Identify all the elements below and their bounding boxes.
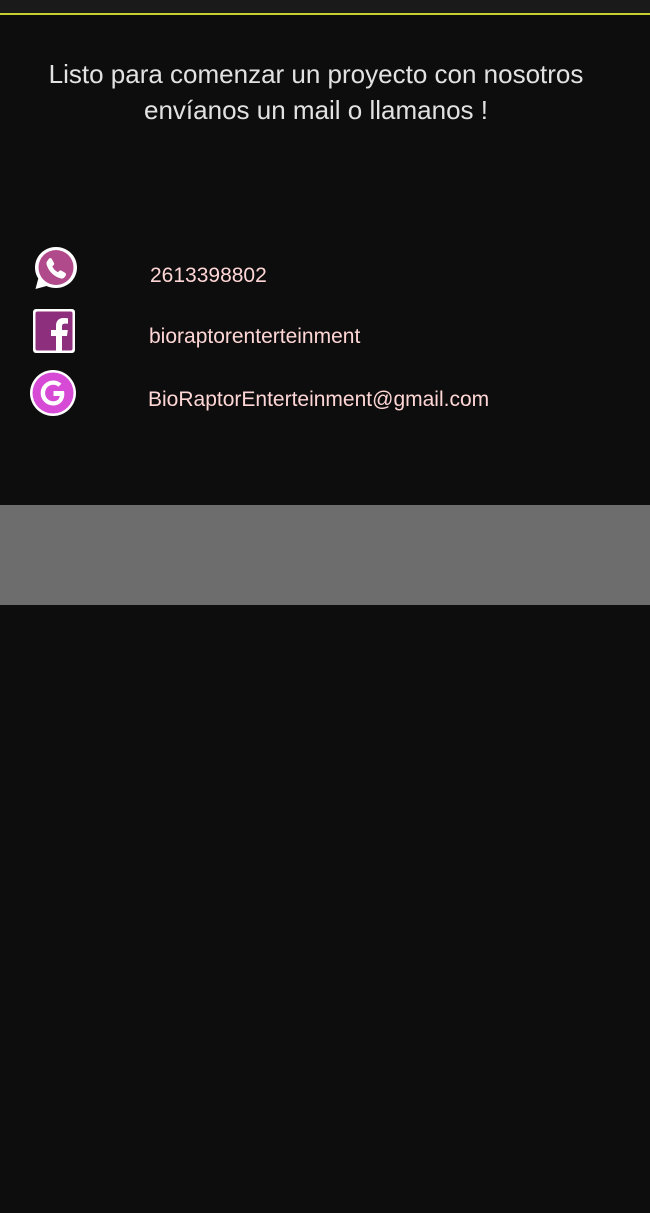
google-icon[interactable] — [29, 369, 77, 417]
facebook-handle[interactable]: bioraptorenterteinment — [149, 323, 360, 351]
intro-message: Listo para comenzar un proyecto con noso… — [0, 56, 632, 128]
email-address[interactable]: BioRaptorEnterteinment@gmail.com — [148, 386, 489, 414]
page: Listo para comenzar un proyecto con noso… — [0, 0, 650, 1213]
gray-band — [0, 505, 650, 605]
phone-number[interactable]: 2613398802 — [150, 262, 267, 290]
top-bar — [0, 0, 650, 15]
contact-whatsapp[interactable]: 2613398802 — [0, 244, 650, 294]
facebook-icon[interactable] — [32, 308, 76, 354]
contact-email[interactable]: BioRaptorEnterteinment@gmail.com — [0, 369, 650, 419]
whatsapp-icon[interactable] — [32, 244, 80, 292]
contact-facebook[interactable]: bioraptorenterteinment — [0, 308, 650, 358]
intro-line-1: Listo para comenzar un proyecto con noso… — [48, 59, 584, 89]
intro-line-2: envíanos un mail o llamanos ! — [144, 95, 488, 125]
